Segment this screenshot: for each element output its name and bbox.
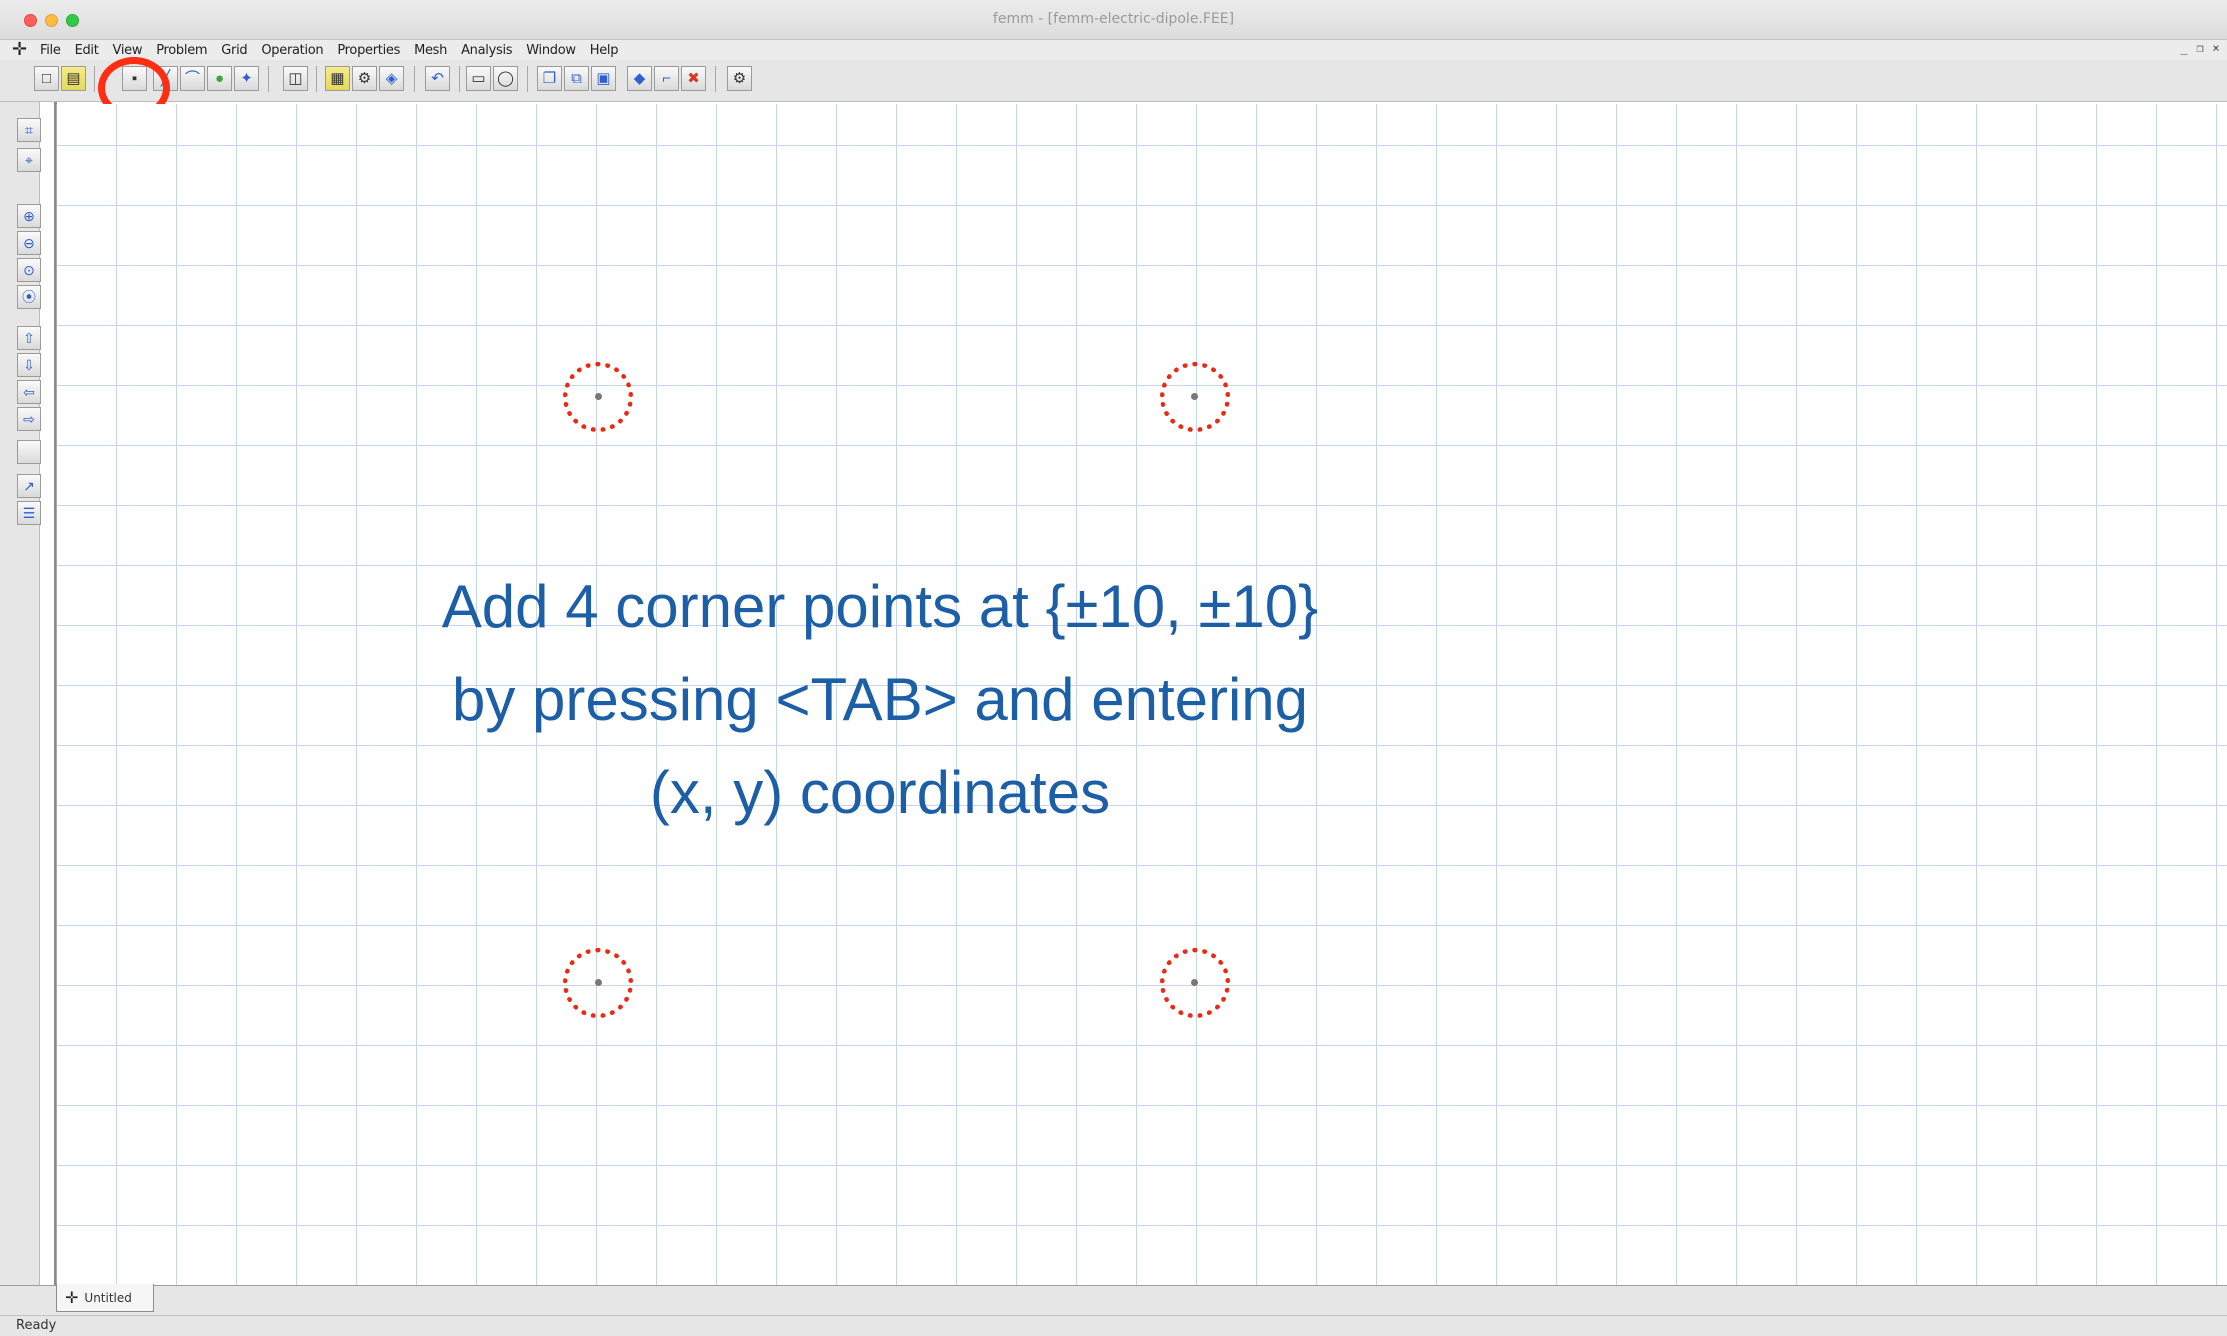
mirror-button[interactable]: ▣ bbox=[591, 66, 616, 91]
zoom-natural-button[interactable]: ⊙ bbox=[17, 258, 41, 282]
mdi-minimize-icon[interactable]: _ bbox=[2177, 41, 2191, 57]
menu-edit[interactable]: Edit bbox=[75, 43, 99, 58]
menu-operation[interactable]: Operation bbox=[261, 43, 323, 58]
mesh-button[interactable]: ▦ bbox=[325, 66, 350, 91]
properties-button[interactable]: ☰ bbox=[17, 501, 41, 525]
zoom-out-button[interactable]: ⊖ bbox=[17, 231, 41, 255]
settings-button[interactable]: ⚙ bbox=[727, 66, 752, 91]
menu-help[interactable]: Help bbox=[590, 43, 619, 58]
pan-down-button[interactable]: ⇩ bbox=[17, 353, 41, 377]
mdi-window-controls: _ ❐ × bbox=[2177, 41, 2223, 57]
pan-right-button[interactable]: ⇨ bbox=[17, 407, 41, 431]
menu-problem[interactable]: Problem bbox=[156, 43, 207, 58]
femm-app-icon[interactable]: ✛ bbox=[12, 40, 32, 60]
pan-left-button[interactable]: ⇦ bbox=[17, 380, 41, 404]
dotted-ring-annotation bbox=[1160, 948, 1230, 1018]
toolbar-separator bbox=[459, 66, 460, 92]
status-bar: Ready bbox=[0, 1315, 2227, 1336]
window-title: femm - [femm-electric-dipole.FEE] bbox=[992, 11, 1235, 27]
document-tabbar: ✛ Untitled bbox=[0, 1284, 2227, 1315]
select-window-button[interactable]: ◫ bbox=[283, 66, 308, 91]
tab-label: Untitled bbox=[84, 1290, 132, 1305]
toolbar-separator bbox=[414, 66, 415, 92]
show-grid-button[interactable]: ⌗ bbox=[17, 118, 41, 142]
view-results-button[interactable]: ◈ bbox=[379, 66, 404, 91]
open-file-button[interactable]: ▤ bbox=[61, 66, 86, 91]
menu-mesh[interactable]: Mesh bbox=[414, 43, 447, 58]
menu-properties[interactable]: Properties bbox=[337, 43, 400, 58]
menubar: ✛ File Edit View Problem Grid Operation … bbox=[0, 40, 2227, 60]
dotted-ring-annotation bbox=[563, 948, 633, 1018]
operate-on-groups-button[interactable]: ✦ bbox=[234, 66, 259, 91]
delete-button[interactable]: ✖ bbox=[681, 66, 706, 91]
instruction-line: by pressing <TAB> and entering bbox=[451, 666, 1309, 733]
undo-button[interactable]: ↶ bbox=[425, 66, 450, 91]
operate-on-block-labels-button[interactable]: ● bbox=[207, 66, 232, 91]
menu-view[interactable]: View bbox=[113, 43, 143, 58]
instruction-line: (x, y) coordinates bbox=[649, 759, 1111, 826]
move-button[interactable]: ▭ bbox=[466, 66, 491, 91]
status-text: Ready bbox=[16, 1318, 57, 1333]
menu-grid[interactable]: Grid bbox=[221, 43, 247, 58]
toolbar-separator bbox=[715, 66, 716, 92]
new-document-button[interactable]: □ bbox=[34, 66, 59, 91]
menu-analysis[interactable]: Analysis bbox=[461, 43, 512, 58]
dotted-ring-annotation bbox=[1160, 362, 1230, 432]
tab-untitled[interactable]: ✛ Untitled bbox=[56, 1284, 154, 1312]
instruction-text: Add 4 corner points at {±10, ±10} by pre… bbox=[380, 560, 1380, 839]
instruction-line: Add 4 corner points at {±10, ±10} bbox=[441, 573, 1319, 640]
blank-button[interactable] bbox=[17, 440, 41, 464]
rotate-button[interactable]: ◯ bbox=[493, 66, 518, 91]
window-titlebar: femm - [femm-electric-dipole.FEE] bbox=[0, 0, 2227, 40]
menu-file[interactable]: File bbox=[40, 43, 61, 58]
zoom-window-button[interactable]: ⦿ bbox=[17, 285, 41, 309]
measure-button[interactable]: ↗ bbox=[17, 474, 41, 498]
mdi-restore-icon[interactable]: ❐ bbox=[2193, 41, 2207, 57]
menu-window[interactable]: Window bbox=[526, 43, 576, 58]
snap-grid-button[interactable]: ⌖ bbox=[17, 148, 41, 172]
view-toolbar: ⌗ ⌖ ⊕ ⊖ ⊙ ⦿ ⇧ ⇩ ⇦ ⇨ ↗ ☰ bbox=[0, 102, 41, 1285]
dotted-ring-annotation bbox=[563, 362, 633, 432]
analyze-button[interactable]: ⚙ bbox=[352, 66, 377, 91]
mdi-close-icon[interactable]: × bbox=[2209, 41, 2223, 57]
zoom-in-button[interactable]: ⊕ bbox=[17, 204, 41, 228]
create-open-boundary-button[interactable]: ◆ bbox=[627, 66, 652, 91]
scale-button[interactable]: ⧉ bbox=[564, 66, 589, 91]
copy-button[interactable]: ❐ bbox=[537, 66, 562, 91]
toolbar-separator bbox=[316, 66, 317, 92]
toolbar-separator bbox=[527, 66, 528, 92]
pan-up-button[interactable]: ⇧ bbox=[17, 326, 41, 350]
main-toolbar: □ ▤ ▪ ╱ ⌒ ● ✦ ◫ ▦ ⚙ ◈ ↶ ▭ ◯ ❐ ⧉ ▣ ◆ ⌐ ✖ … bbox=[0, 60, 2227, 102]
operate-on-arcs-button[interactable]: ⌒ bbox=[180, 66, 205, 91]
toolbar-separator bbox=[94, 66, 95, 92]
document-tab-icon: ✛ bbox=[65, 1288, 79, 1307]
fillet-button[interactable]: ⌐ bbox=[654, 66, 679, 91]
toolbar-separator bbox=[268, 66, 269, 92]
